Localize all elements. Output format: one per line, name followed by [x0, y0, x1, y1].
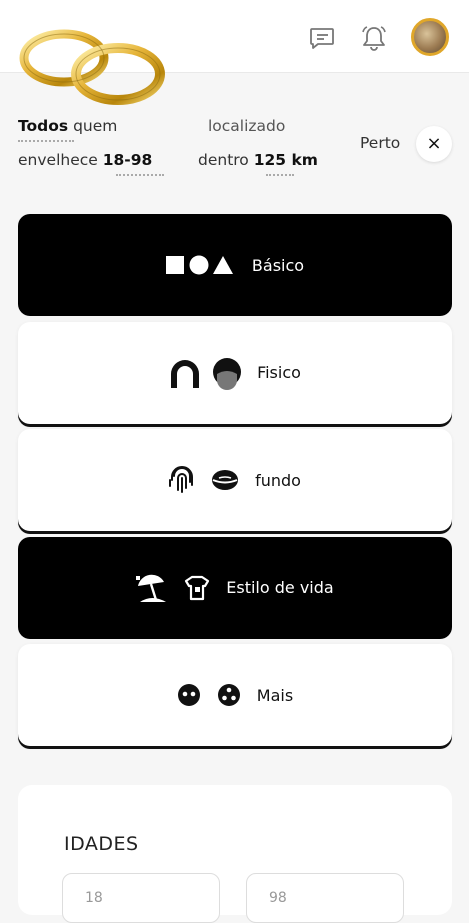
filter-age[interactable]: envelhece 18-98 [18, 151, 152, 169]
wedding-rings-logo [19, 29, 165, 105]
filter-envelhece: envelhece [18, 151, 98, 169]
close-button[interactable]: × [416, 126, 452, 162]
dotted-underline [116, 174, 164, 176]
bell-icon[interactable] [360, 24, 388, 52]
filter-distance-value: 125 km [253, 151, 318, 169]
filter-dentro: dentro [198, 151, 249, 169]
fingerprint-icon [169, 466, 195, 494]
category-label: Básico [251, 255, 305, 275]
category-list: Básico Fisico fundo Estilo de vida Mais [18, 214, 452, 752]
filter-who[interactable]: Todos quem [18, 117, 117, 135]
min-age-field[interactable]: 18 [62, 873, 220, 923]
chat-icon[interactable] [308, 24, 336, 52]
ages-title: IDADES [64, 833, 139, 855]
filter-todos: Todos [18, 117, 69, 135]
dotted-underline [18, 140, 74, 142]
filter-perto[interactable]: Perto [360, 134, 400, 152]
max-age-field[interactable]: 98 [246, 873, 404, 923]
category-label: Mais [256, 685, 294, 705]
category-fundo[interactable]: fundo [18, 429, 452, 531]
app-header [0, 0, 469, 105]
category-label: fundo [255, 470, 301, 490]
filter-localizado[interactable]: localizado [208, 117, 285, 135]
filter-quem: quem [73, 117, 118, 135]
category-estilo-de-vida[interactable]: Estilo de vida [18, 536, 452, 639]
dots-circle-icon [217, 683, 241, 707]
hair-face-icon [169, 356, 242, 390]
beach-umbrella-icon [136, 572, 168, 604]
shapes-icon [165, 254, 236, 276]
smiley-icon [177, 683, 201, 707]
ages-panel: IDADES 18 98 [18, 785, 452, 923]
lips-icon [211, 468, 239, 492]
category-mais[interactable]: Mais [18, 644, 452, 746]
search-filters: Todos quem envelhece 18-98 localizado de… [0, 108, 469, 188]
category-basico[interactable]: Básico [18, 214, 452, 316]
filter-age-range: 18-98 [102, 151, 153, 169]
dotted-underline [266, 174, 294, 176]
avatar[interactable] [411, 18, 449, 56]
category-label: Estilo de vida [226, 578, 334, 597]
shirt-icon [184, 575, 210, 601]
category-label: Fisico [257, 363, 301, 382]
filter-distance[interactable]: dentro 125 km [198, 151, 318, 169]
category-fisico[interactable]: Fisico [18, 321, 452, 424]
